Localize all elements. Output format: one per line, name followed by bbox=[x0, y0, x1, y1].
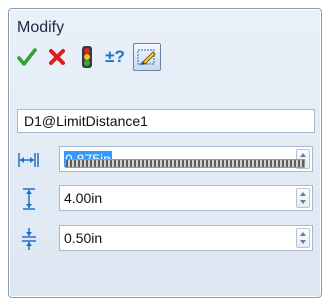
min-distance-input[interactable]: 0.50in bbox=[59, 225, 313, 251]
thumbwheel-slider[interactable] bbox=[65, 159, 305, 168]
ok-button[interactable] bbox=[13, 43, 41, 71]
cancel-button[interactable] bbox=[43, 43, 71, 71]
max-distance-icon bbox=[17, 187, 41, 211]
plus-minus-question-icon: ±? bbox=[105, 47, 125, 66]
modify-dialog: Modify ±? D1@LimitDistance1 4.00in 0.50i… bbox=[8, 8, 322, 298]
reverse-sense-button[interactable]: ±? bbox=[101, 43, 129, 71]
check-icon bbox=[17, 48, 37, 66]
spin-up-icon[interactable] bbox=[300, 192, 306, 196]
min-distance-spinner[interactable] bbox=[296, 228, 310, 248]
distance-value-icon bbox=[17, 148, 41, 172]
min-distance-icon bbox=[17, 227, 41, 251]
rebuild-button[interactable] bbox=[73, 43, 101, 71]
close-x-icon bbox=[49, 49, 65, 65]
pencil-dimension-icon bbox=[137, 49, 156, 66]
min-distance-value: 0.50in bbox=[64, 230, 103, 246]
toolbar: ±? bbox=[13, 43, 313, 75]
traffic-light-icon bbox=[82, 46, 92, 68]
mark-for-drawing-button[interactable] bbox=[133, 43, 161, 71]
max-distance-value: 4.00in bbox=[64, 190, 103, 206]
min-distance-row: 0.50in bbox=[9, 225, 323, 253]
dialog-title: Modify bbox=[17, 19, 65, 36]
spin-down-icon[interactable] bbox=[300, 240, 306, 244]
max-distance-input[interactable]: 4.00in bbox=[59, 185, 313, 211]
max-distance-row: 4.00in bbox=[9, 185, 323, 213]
spin-up-icon[interactable] bbox=[300, 153, 306, 157]
dimension-name-field: D1@LimitDistance1 bbox=[17, 109, 315, 133]
spin-down-icon[interactable] bbox=[300, 200, 306, 204]
spin-up-icon[interactable] bbox=[300, 232, 306, 236]
max-distance-spinner[interactable] bbox=[296, 188, 310, 208]
